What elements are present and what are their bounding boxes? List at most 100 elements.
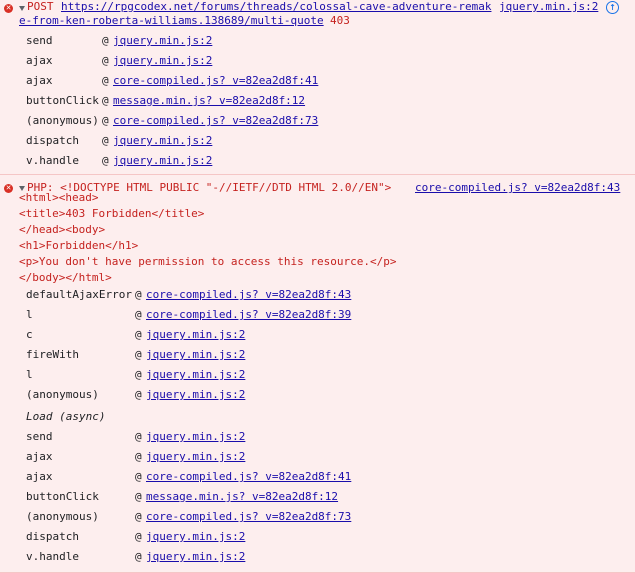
stack-frame: v.handle @ jquery.min.js:2 [26,547,626,567]
stack-frame-source-link[interactable]: core-compiled.js? v=82ea2d8f:73 [146,507,351,527]
console-error-message: ✕ PHP: <!DOCTYPE HTML PUBLIC "-//IETF//D… [0,175,635,573]
stack-frame-source-link[interactable]: message.min.js? v=82ea2d8f:12 [113,91,305,111]
stack-frame: fireWith @ jquery.min.js:2 [26,345,626,365]
error-icon: ✕ [4,184,13,193]
stack-frame: c @ jquery.min.js:2 [26,325,626,345]
stack-frame-function: v.handle [26,550,79,563]
stack-frame: l @ core-compiled.js? v=82ea2d8f:39 [26,305,626,325]
stack-frame-source-link[interactable]: jquery.min.js:2 [146,527,245,547]
console-error-message: ✕ POST https://rpgcodex.net/forums/threa… [0,0,635,175]
stack-frame: ajax @ jquery.min.js:2 [26,51,626,71]
stack-frame-at: @ [102,54,109,67]
error-body-line: </body></html> [19,271,112,284]
stack-frame-source-link[interactable]: jquery.min.js:2 [146,365,245,385]
stack-frame-at: @ [102,74,109,87]
stack-frame-function: (anonymous) [26,510,99,523]
stack-frame-source-link[interactable]: core-compiled.js? v=82ea2d8f:73 [113,111,318,131]
request-url-line2[interactable]: e-from-ken-roberta-williams.138689/multi… [19,14,324,28]
stack-frame: l @ jquery.min.js:2 [26,365,626,385]
stack-frame-source-link[interactable]: message.min.js? v=82ea2d8f:12 [146,487,338,507]
stack-frame-at: @ [102,34,109,47]
stack-frame: ajax @ core-compiled.js? v=82ea2d8f:41 [26,71,626,91]
stack-frame-at: @ [135,530,142,543]
stack-frame-at: @ [135,490,142,503]
stack-frame-function: ajax [26,470,53,483]
stack-frame-function: ajax [26,74,53,87]
stack-frame-function: dispatch [26,134,79,147]
stack-frame: ajax @ core-compiled.js? v=82ea2d8f:41 [26,467,626,487]
stack-frame-source-link[interactable]: jquery.min.js:2 [146,385,245,405]
stack-frame-at: @ [102,114,109,127]
stack-frame-function: send [26,430,53,443]
stack-frame-source-link[interactable]: core-compiled.js? v=82ea2d8f:39 [146,305,351,325]
stack-frame-function: dispatch [26,530,79,543]
stack-frame-at: @ [135,550,142,563]
stack-frame-source-link[interactable]: jquery.min.js:2 [146,325,245,345]
stack-frame-source-link[interactable]: jquery.min.js:2 [146,547,245,567]
stack-frame: defaultAjaxError @ core-compiled.js? v=82e… [26,285,626,305]
stack-frame: dispatch @ jquery.min.js:2 [26,527,626,547]
stack-frame-at: @ [102,94,109,107]
stack-frame-source-link[interactable]: jquery.min.js:2 [113,131,212,151]
stack-frame-source-link[interactable]: core-compiled.js? v=82ea2d8f:43 [146,285,351,305]
error-body-line: </head><body> [19,223,106,236]
stack-frame-at: @ [135,510,142,523]
stack-frame-function: ajax [26,450,53,463]
message-source-link[interactable]: core-compiled.js? v=82ea2d8f:43 [415,181,620,195]
stack-frame-source-link[interactable]: jquery.min.js:2 [146,345,245,365]
stack-frame-at: @ [135,308,142,321]
error-body-line: <title>403 Forbidden</title> [19,207,205,220]
stack-frame: (anonymous) @ core-compiled.js? v=82ea2d8f… [26,111,626,131]
stack-frame-at: @ [102,154,109,167]
stack-frame-function: buttonClick [26,490,99,503]
stack-frame: send @ jquery.min.js:2 [26,31,626,51]
stack-frame-at: @ [135,450,142,463]
stack-frame: dispatch @ jquery.min.js:2 [26,131,626,151]
error-body-line: <h1>Forbidden</h1> [19,239,139,252]
stack-frame-function: defaultAjaxError [26,288,132,301]
devtools-console: ✕ POST https://rpgcodex.net/forums/threa… [0,0,635,573]
error-body-line: <p>You don't have permission to access t… [19,255,397,268]
stack-frame-at: @ [135,388,142,401]
stack-frame: ajax @ jquery.min.js:2 [26,447,626,467]
error-icon: ✕ [4,4,13,13]
stack-frame-function: l [26,368,33,381]
expand-triangle-icon[interactable] [19,6,25,11]
request-method: POST [27,0,54,13]
network-request-icon[interactable]: ↑ [606,1,619,14]
message-source-link[interactable]: jquery.min.js:2 [499,0,598,14]
stack-frame-source-link[interactable]: jquery.min.js:2 [146,427,245,447]
status-code: 403 [330,14,350,27]
stack-frame: buttonClick @ message.min.js? v=82ea2d8f:1… [26,91,626,111]
error-body-line: <html><head> [19,191,99,204]
stack-frame-at: @ [135,348,142,361]
stack-frame: v.handle @ jquery.min.js:2 [26,151,626,171]
stack-frame-function: (anonymous) [26,388,99,401]
stack-frame-function: buttonClick [26,94,99,107]
stack-frame-source-link[interactable]: jquery.min.js:2 [113,31,212,51]
stack-frame-function: c [26,328,33,341]
stack-frame-function: send [26,34,53,47]
stack-frame: buttonClick @ message.min.js? v=82ea2d8f:1… [26,487,626,507]
async-label: Load (async) [26,410,106,423]
stack-frame: (anonymous) @ jquery.min.js:2 [26,385,626,405]
stack-frame-at: @ [135,368,142,381]
request-url-line1[interactable]: https://rpgcodex.net/forums/threads/colo… [61,0,491,14]
stack-frame: send @ jquery.min.js:2 [26,427,626,447]
stack-frame-source-link[interactable]: jquery.min.js:2 [113,151,212,171]
stack-frame-source-link[interactable]: jquery.min.js:2 [146,447,245,467]
stack-frame-function: ajax [26,54,53,67]
stack-frame-source-link[interactable]: core-compiled.js? v=82ea2d8f:41 [113,71,318,91]
stack-frame-at: @ [135,470,142,483]
stack-frame-at: @ [135,288,142,301]
stack-frame-function: v.handle [26,154,79,167]
stack-frame-at: @ [135,430,142,443]
stack-frame-function: l [26,308,33,321]
stack-frame-source-link[interactable]: core-compiled.js? v=82ea2d8f:41 [146,467,351,487]
stack-frame-function: (anonymous) [26,114,99,127]
stack-frame-at: @ [135,328,142,341]
stack-frame: (anonymous) @ core-compiled.js? v=82ea2d8f… [26,507,626,527]
stack-frame-function: fireWith [26,348,79,361]
stack-frame-at: @ [102,134,109,147]
stack-frame-source-link[interactable]: jquery.min.js:2 [113,51,212,71]
